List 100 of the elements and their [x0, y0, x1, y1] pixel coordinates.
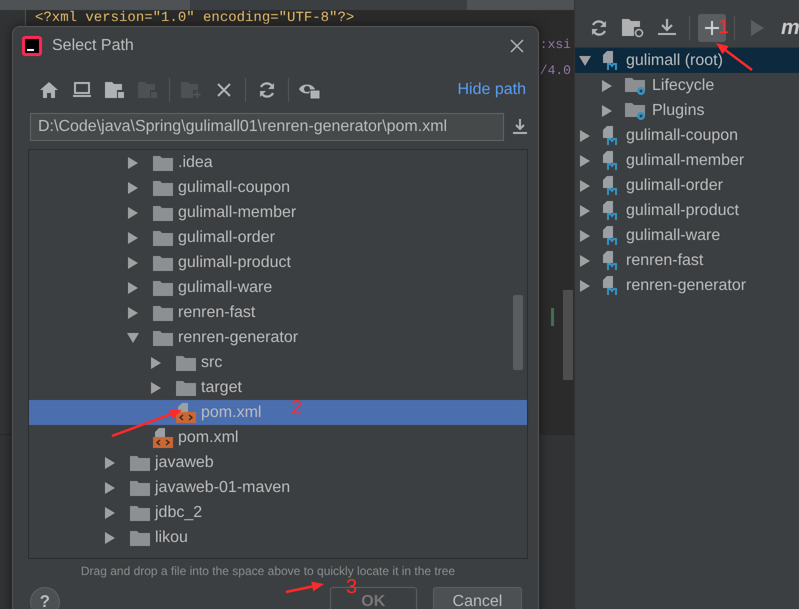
tree-item-label: gulimall-ware — [178, 278, 272, 296]
maven-tree-row[interactable]: gulimall-member — [575, 148, 799, 173]
folder-icon — [130, 454, 150, 470]
editor-scrollbar[interactable] — [563, 290, 573, 380]
tree-item-label: renren-fast — [178, 304, 256, 322]
xml-file-icon — [153, 428, 173, 448]
tree-row[interactable]: renren-generator — [29, 325, 527, 350]
tree-row[interactable]: renren-fast — [29, 300, 527, 325]
tree-item-label: gulimall-member — [178, 204, 296, 222]
maven-tree-label: Plugins — [652, 102, 704, 120]
collapsed-arrow-icon[interactable] — [104, 482, 116, 494]
download-icon[interactable] — [512, 119, 528, 135]
maven-tree-row[interactable]: gulimall-coupon — [575, 123, 799, 148]
maven-tree-label: Lifecycle — [652, 76, 714, 94]
maven-tree-label: renren-fast — [626, 252, 704, 270]
maven-tree-row[interactable]: Lifecycle — [575, 73, 799, 98]
maven-tree-row[interactable]: gulimall-product — [575, 198, 799, 223]
folder-icon[interactable] — [105, 81, 125, 99]
collapsed-arrow-icon[interactable] — [104, 506, 116, 518]
tree-scrollbar[interactable] — [513, 295, 523, 370]
close-icon[interactable] — [217, 83, 231, 97]
tree-row[interactable]: javaweb — [29, 450, 527, 475]
maven-tree-row[interactable]: gulimall-ware — [575, 223, 799, 248]
close-icon[interactable] — [510, 39, 524, 53]
collapsed-arrow-icon[interactable] — [127, 232, 139, 244]
collapsed-arrow-icon[interactable] — [579, 154, 591, 166]
folder-icon — [130, 504, 150, 520]
refresh-icon[interactable] — [258, 81, 276, 99]
maven-logo[interactable]: m — [781, 16, 799, 40]
tree-row[interactable]: .idea — [29, 150, 527, 175]
maven-tree-row[interactable]: Plugins — [575, 98, 799, 123]
folder-icon — [153, 280, 173, 296]
refresh-icon[interactable] — [590, 18, 608, 36]
annotation-number: 1 — [718, 16, 730, 39]
collapsed-arrow-icon[interactable] — [579, 204, 591, 216]
folder-gear-icon — [625, 76, 647, 96]
collapsed-arrow-icon[interactable] — [127, 182, 139, 194]
collapsed-arrow-icon[interactable] — [104, 456, 116, 468]
tree-row[interactable]: gulimall-ware — [29, 275, 527, 300]
expanded-arrow-icon[interactable] — [127, 332, 139, 344]
maven-tree-label: gulimall-member — [626, 152, 744, 170]
collapsed-arrow-icon[interactable] — [150, 356, 162, 368]
code-text: <?xml version="1.0" encoding="UTF-8"?> — [35, 10, 354, 26]
tree-row[interactable]: jdbc_2 — [29, 500, 527, 525]
collapsed-arrow-icon[interactable] — [579, 230, 591, 242]
collapsed-arrow-icon[interactable] — [579, 180, 591, 192]
cancel-button[interactable]: Cancel — [432, 587, 522, 609]
hide-path-link[interactable]: Hide path — [458, 81, 526, 99]
maven-tree-row[interactable]: renren-fast — [575, 248, 799, 273]
tree-row[interactable]: gulimall-member — [29, 200, 527, 225]
tree-row[interactable]: pom.xml — [29, 425, 527, 450]
maven-tree-label: gulimall-ware — [626, 226, 720, 244]
expanded-arrow-icon[interactable] — [579, 54, 591, 66]
tree-row[interactable]: target — [29, 375, 527, 400]
desktop-icon[interactable] — [73, 82, 91, 98]
download-icon — [657, 18, 677, 38]
folder-icon — [130, 480, 150, 496]
tree-item-label: likou — [155, 528, 188, 546]
tree-row[interactable]: gulimall-product — [29, 250, 527, 275]
collapsed-arrow-icon[interactable] — [127, 156, 139, 168]
folder-icon — [153, 330, 173, 346]
collapsed-arrow-icon[interactable] — [579, 280, 591, 292]
collapsed-arrow-icon[interactable] — [104, 532, 116, 544]
collapsed-arrow-icon[interactable] — [579, 254, 591, 266]
code-text: /4.0 — [540, 62, 571, 78]
collapsed-arrow-icon[interactable] — [127, 206, 139, 218]
folder-icon — [176, 380, 196, 396]
collapsed-arrow-icon[interactable] — [601, 80, 613, 92]
folder-icon — [153, 154, 173, 170]
collapsed-arrow-icon[interactable] — [127, 282, 139, 294]
path-field[interactable]: D:\Code\java\Spring\gulimall01\renren-generator\pom.xml — [30, 113, 504, 141]
tree-item-label: src — [201, 354, 222, 372]
tree-row[interactable]: src — [29, 350, 527, 375]
maven-tree-label: gulimall (root) — [626, 52, 723, 70]
home-icon[interactable] — [40, 82, 58, 98]
maven-tree-label: renren-generator — [626, 276, 746, 294]
folder-icon — [153, 204, 173, 220]
folder-gear-icon — [625, 100, 647, 120]
plus-icon — [705, 20, 719, 34]
maven-tree-row[interactable]: gulimall-order — [575, 173, 799, 198]
tree-item-label: javaweb — [155, 454, 214, 472]
maven-tree-label: gulimall-order — [626, 176, 723, 194]
tree-item-label: renren-generator — [178, 328, 298, 346]
collapsed-arrow-icon[interactable] — [127, 256, 139, 268]
collapsed-arrow-icon[interactable] — [579, 130, 591, 142]
tree-row[interactable]: gulimall-order — [29, 225, 527, 250]
collapsed-arrow-icon[interactable] — [150, 382, 162, 394]
folder-icon — [176, 354, 196, 370]
maven-tree-row[interactable]: gulimall (root) — [575, 48, 799, 73]
play-icon — [750, 20, 764, 36]
app-logo-icon — [22, 36, 42, 56]
collapsed-arrow-icon[interactable] — [601, 104, 613, 116]
tree-item-label: .idea — [178, 154, 213, 172]
tree-row[interactable]: gulimall-coupon — [29, 175, 527, 200]
tree-row[interactable]: likou — [29, 525, 527, 550]
help-button[interactable]: ? — [30, 587, 60, 609]
tree-row[interactable]: javaweb-01-maven — [29, 475, 527, 500]
drag-drop-hint: Drag and drop a file into the space above to quickly locate it in the tree — [80, 564, 456, 578]
maven-tree-row[interactable]: renren-generator — [575, 273, 799, 298]
collapsed-arrow-icon[interactable] — [127, 306, 139, 318]
